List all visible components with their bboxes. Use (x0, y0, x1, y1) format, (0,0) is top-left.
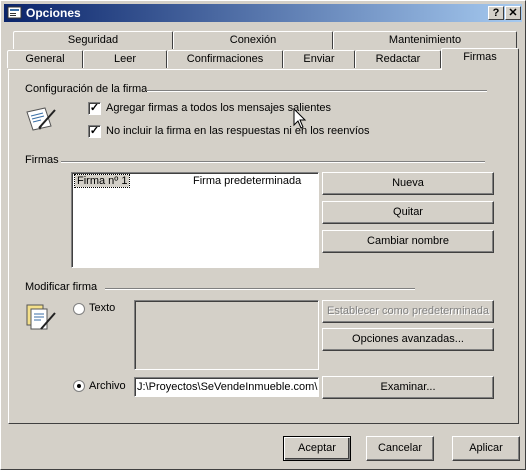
tab-firmas[interactable]: Firmas (441, 48, 519, 70)
button-label: Nueva (392, 177, 424, 189)
tab-mantenimiento[interactable]: Mantenimiento (333, 31, 517, 49)
help-button[interactable]: ? (488, 6, 504, 20)
button-label: Aplicar (469, 442, 503, 454)
rename-signature-button[interactable]: Cambiar nombre (322, 230, 494, 253)
button-label: Cambiar nombre (367, 235, 449, 247)
tab-conexion[interactable]: Conexión (173, 31, 333, 49)
signature-pen-icon (26, 107, 56, 131)
firmas-heading: Firmas (25, 154, 59, 166)
tab-enviar[interactable]: Enviar (283, 50, 355, 68)
mouse-cursor-icon (293, 108, 307, 129)
divider (61, 161, 485, 163)
advanced-options-button[interactable]: Opciones avanzadas... (322, 328, 494, 351)
button-label: Opciones avanzadas... (352, 333, 464, 345)
divider (147, 90, 487, 92)
title-bar[interactable]: Opciones ? ✕ (4, 4, 522, 22)
divider (105, 288, 415, 290)
set-default-button[interactable]: Establecer como predeterminada (322, 300, 494, 323)
new-signature-button[interactable]: Nueva (322, 172, 494, 195)
file-radio-label: Archivo (89, 380, 126, 392)
text-radio-label: Texto (89, 302, 116, 314)
list-item[interactable]: Firma nº 1 Firma predeterminada (73, 174, 315, 190)
button-label: Cancelar (377, 442, 423, 454)
add-signature-checkbox[interactable]: ✓ (88, 102, 101, 115)
button-label: Quitar (393, 206, 423, 218)
tab-label: Firmas (463, 51, 497, 63)
text-radio[interactable] (73, 303, 85, 315)
button-label: Aceptar (298, 442, 336, 454)
button-label: Establecer como predeterminada (326, 305, 490, 317)
tab-redactar[interactable]: Redactar (355, 50, 441, 68)
tab-label: Mantenimiento (388, 34, 462, 46)
file-path-input[interactable]: J:\Proyectos\SeVendeInmueble.com\ (134, 377, 319, 397)
config-heading: Configuración de la firma (25, 83, 148, 95)
accept-button[interactable]: Aceptar (283, 436, 351, 461)
signature-status: Firma predeterminada (193, 175, 302, 187)
tab-label: Leer (113, 53, 137, 65)
tab-label: Confirmaciones (186, 53, 264, 65)
file-radio[interactable] (73, 380, 85, 392)
modify-heading: Modificar firma (25, 281, 98, 293)
signature-name: Firma nº 1 (73, 174, 131, 188)
button-label: Examinar... (380, 381, 436, 393)
apply-button[interactable]: Aplicar (452, 436, 520, 461)
tab-label: General (25, 53, 65, 65)
window-title: Opciones (26, 6, 81, 20)
tab-label: Conexión (229, 34, 277, 46)
tab-label: Seguridad (67, 34, 119, 46)
options-icon (7, 6, 22, 19)
exclude-replies-checkbox[interactable]: ✓ (88, 125, 101, 138)
signature-list[interactable]: Firma nº 1 Firma predeterminada (71, 172, 319, 268)
tab-seguridad[interactable]: Seguridad (13, 31, 173, 49)
close-button[interactable]: ✕ (505, 6, 521, 20)
tab-label: Enviar (303, 53, 335, 65)
edit-signature-icon (26, 304, 56, 330)
cancel-button[interactable]: Cancelar (366, 436, 434, 461)
browse-button[interactable]: Examinar... (322, 376, 494, 399)
exclude-replies-label: No incluir la firma en las respuestas ni… (106, 125, 370, 137)
remove-signature-button[interactable]: Quitar (322, 201, 494, 224)
tab-leer[interactable]: Leer (83, 50, 167, 68)
options-dialog: Opciones ? ✕ Seguridad Conexión Mantenim… (0, 0, 526, 470)
tab-confirmaciones[interactable]: Confirmaciones (167, 50, 283, 68)
tab-label: Redactar (375, 53, 421, 65)
signature-text-area[interactable] (134, 300, 319, 370)
tab-general[interactable]: General (7, 50, 83, 68)
file-path-value: J:\Proyectos\SeVendeInmueble.com\ (137, 381, 318, 393)
